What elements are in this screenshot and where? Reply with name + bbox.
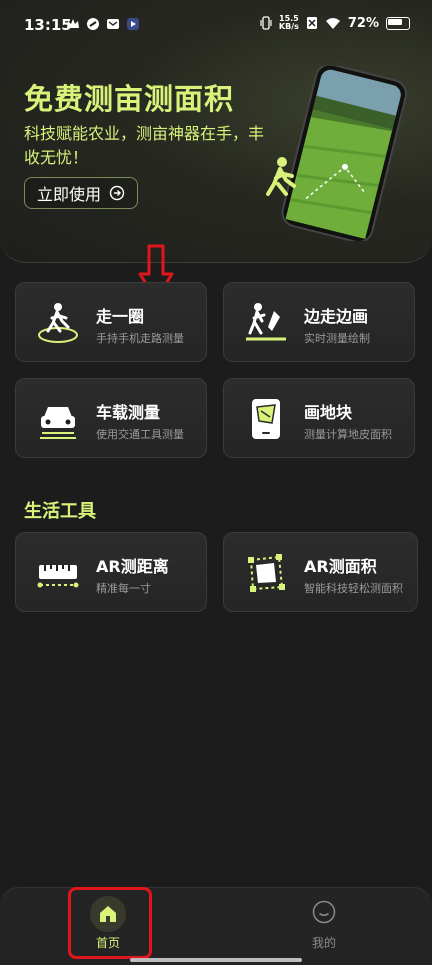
tool-title: AR测面积 xyxy=(304,557,377,576)
crown-icon xyxy=(67,19,79,28)
arrow-right-circle-icon xyxy=(109,185,125,201)
start-using-button[interactable]: 立即使用 xyxy=(24,177,138,209)
status-time: 13:15 xyxy=(24,16,72,34)
home-indicator[interactable] xyxy=(130,958,302,962)
hero-subtitle: 科技赋能农业，测亩神器在手，丰收无忧！ xyxy=(24,124,265,167)
tool-title: 画地块 xyxy=(304,403,353,422)
tool-desc: 测量计算地皮面积 xyxy=(304,428,392,441)
profile-smile-icon xyxy=(312,900,336,924)
message-icon xyxy=(107,19,119,29)
red-highlight-box-annotation xyxy=(68,887,152,959)
tool-desc: 手持手机走路测量 xyxy=(96,332,184,345)
nav-me-label: 我的 xyxy=(311,936,336,950)
tool-desc: 精准每一寸 xyxy=(96,582,151,595)
hero-title: 免费测亩测面积 xyxy=(24,82,235,116)
tool-card-ar-area[interactable]: AR测面积 智能科技轻松测面积 xyxy=(223,532,418,612)
walking-person-icon xyxy=(266,157,296,196)
tool-title: 走一圈 xyxy=(96,307,145,326)
tool-card-draw-plot[interactable]: 画地块 测量计算地皮面积 xyxy=(223,378,415,458)
notification-icons xyxy=(66,17,140,31)
tablet-map-icon xyxy=(252,399,280,439)
net-speed-unit: KB/s xyxy=(278,22,299,31)
app-notification-icon xyxy=(87,18,99,30)
tool-title: AR测距离 xyxy=(96,557,169,576)
tool-card-car[interactable]: 车载测量 使用交通工具测量 xyxy=(15,378,207,458)
tool-title: 车载测量 xyxy=(96,403,161,422)
tool-desc: 智能科技轻松测面积 xyxy=(304,582,403,595)
status-bar: 13:15 15.5 KB/s 72% xyxy=(0,0,432,50)
wifi-icon xyxy=(325,17,340,29)
area-frame-icon xyxy=(248,554,285,592)
nav-me-tab[interactable]: 我的 xyxy=(284,888,364,956)
walk-draw-icon xyxy=(246,303,286,341)
ruler-icon xyxy=(37,565,79,588)
tool-card-walk-circle[interactable]: 走一圈 手持手机走路测量 xyxy=(15,282,207,362)
life-tools-section-title: 生活工具 xyxy=(24,501,96,522)
sim-off-icon xyxy=(306,17,317,29)
app-badge-icon xyxy=(127,18,139,30)
walk-circle-icon xyxy=(38,303,78,343)
bottom-nav: 首页 我的 xyxy=(0,887,432,965)
battery-percent: 72% xyxy=(347,15,379,31)
tool-desc: 使用交通工具测量 xyxy=(96,428,184,441)
vibrate-icon xyxy=(260,16,272,30)
tool-title: 边走边画 xyxy=(304,307,369,326)
network-speed: 15.5 KB/s xyxy=(279,15,299,31)
start-button-label: 立即使用 xyxy=(36,185,101,204)
car-icon xyxy=(40,407,76,439)
system-status: 15.5 KB/s 72% xyxy=(260,15,410,31)
tool-desc: 实时测量绘制 xyxy=(304,332,370,345)
battery-icon xyxy=(386,16,410,30)
tool-card-walk-draw[interactable]: 边走边画 实时测量绘制 xyxy=(223,282,415,362)
tool-card-ar-distance[interactable]: AR测距离 精准每一寸 xyxy=(15,532,207,612)
phone-field-illustration xyxy=(281,66,407,241)
